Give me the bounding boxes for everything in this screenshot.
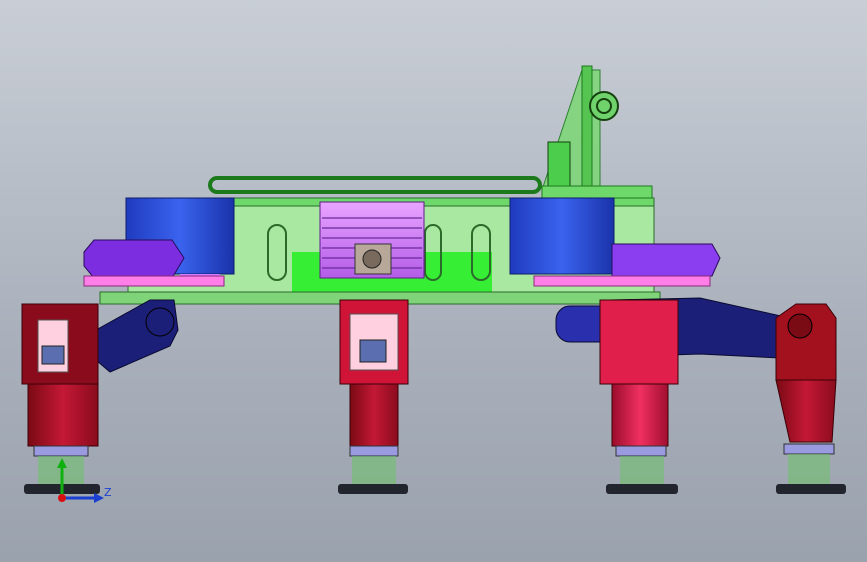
right-cap-body: [611, 243, 721, 277]
center-motor-shaft-icon: [362, 249, 382, 269]
leg-spring: [788, 454, 830, 484]
robot-assembly[interactable]: Z: [0, 0, 867, 562]
leg-front-right[interactable]: [775, 303, 846, 494]
triad-x-axis-dot: [58, 494, 66, 502]
triad-z-label: Z: [104, 486, 112, 499]
leg-ankle-collar: [349, 445, 399, 457]
leg-shin: [349, 383, 399, 447]
center-motor[interactable]: [319, 201, 425, 279]
leg-ankle-collar: [615, 445, 667, 457]
top-handle: [208, 176, 542, 194]
right-cap-plate: [533, 275, 711, 287]
leg-middle[interactable]: [338, 299, 409, 494]
cad-viewport[interactable]: Z: [0, 0, 867, 562]
leg-spring: [352, 456, 396, 484]
left-arm-joint-icon: [145, 307, 175, 337]
leg-spring: [620, 456, 664, 484]
leg-foot: [338, 484, 408, 494]
leg-ankle-collar: [33, 445, 89, 457]
left-cap-body: [83, 239, 185, 279]
sensor-box: [547, 141, 571, 189]
leg-ankle-collar: [783, 443, 835, 455]
right-drum[interactable]: [509, 197, 615, 275]
leg-hip-joint-icon: [787, 313, 813, 339]
mast-post: [581, 65, 593, 191]
sensor-disc-icon: [589, 91, 619, 121]
leg-middle-right[interactable]: [599, 299, 679, 494]
leg-shin: [27, 383, 99, 447]
leg-foot: [776, 484, 846, 494]
right-drum-body: [509, 197, 615, 275]
leg-shin: [775, 379, 837, 443]
triad-z-arrow-icon: [94, 493, 104, 503]
mast-base: [541, 185, 653, 199]
leg-servo-icon: [41, 345, 65, 365]
left-cap-plate: [83, 275, 225, 287]
left-arm[interactable]: [95, 299, 179, 373]
leg-shin: [611, 383, 669, 447]
leg-knee-housing: [599, 299, 679, 385]
sensor-mast[interactable]: [541, 65, 653, 199]
leg-servo-icon: [359, 339, 387, 363]
leg-foot: [606, 484, 678, 494]
